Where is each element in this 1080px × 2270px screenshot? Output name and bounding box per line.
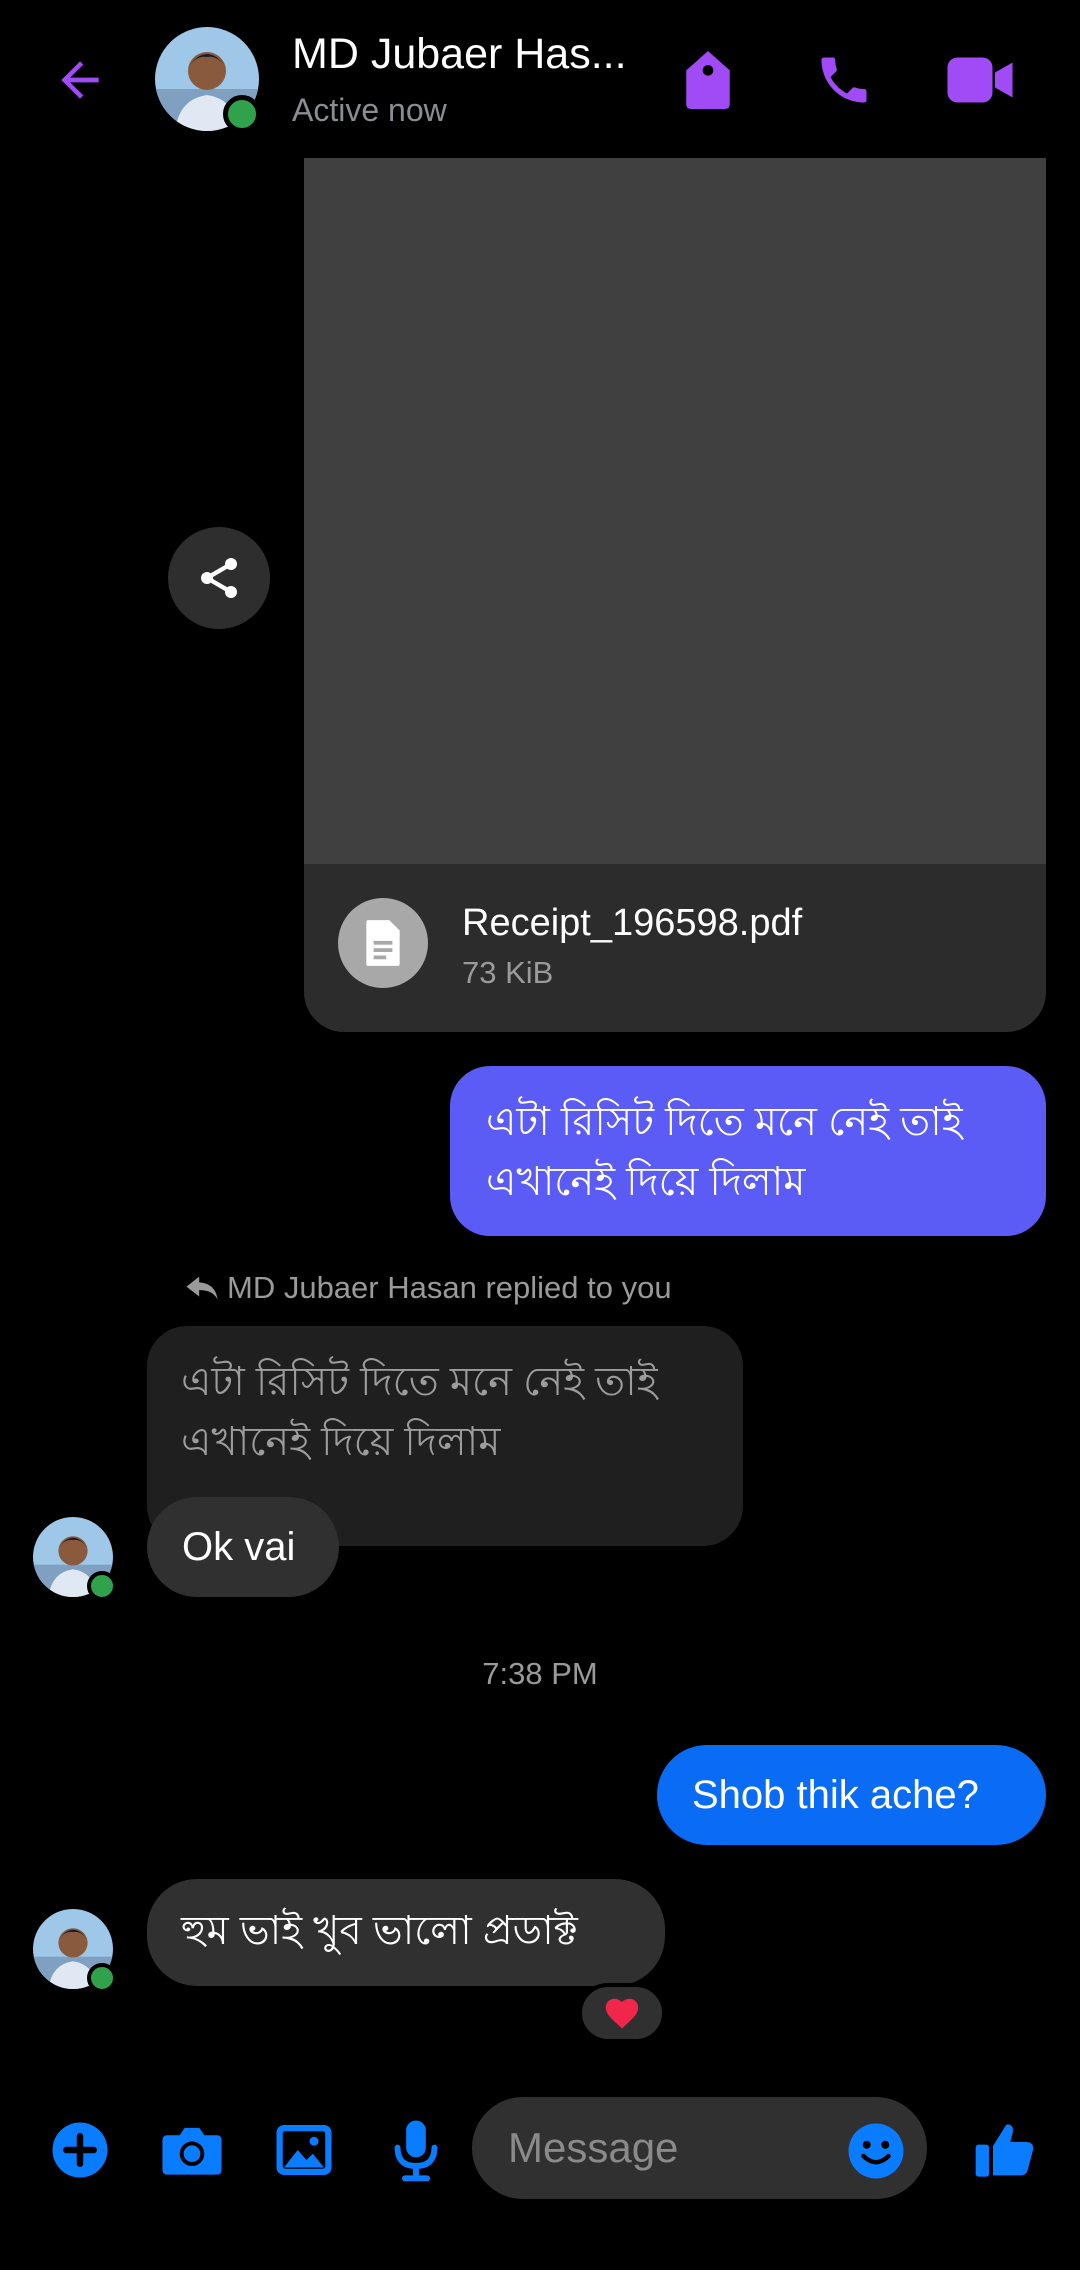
tag-button[interactable] (668, 40, 748, 120)
gallery-icon (276, 2125, 332, 2175)
file-name[interactable]: Receipt_196598.pdf (462, 902, 802, 945)
emoji-button[interactable] (843, 2118, 909, 2184)
file-size: 73 KiB (462, 955, 554, 990)
reply-indicator: MD Jubaer Hasan replied to you (185, 1270, 672, 1306)
share-icon (201, 558, 237, 598)
outgoing-message[interactable]: Shob thik ache? (657, 1745, 1046, 1845)
sender-avatar[interactable] (33, 1517, 117, 1601)
message-reaction[interactable] (578, 1983, 666, 2043)
phone-icon (821, 57, 867, 103)
reply-icon (186, 1276, 218, 1300)
outgoing-message[interactable]: এটা রিসিট দিতে মনে নেই তাই এখানেই দিয়ে … (450, 1066, 1046, 1236)
online-indicator (223, 95, 261, 133)
tag-icon (686, 51, 730, 109)
active-status: Active now (292, 92, 447, 128)
emoji-icon (848, 2123, 904, 2179)
thumbs-up-icon (975, 2124, 1034, 2177)
camera-icon (162, 2127, 222, 2175)
document-icon (338, 898, 428, 988)
message-timestamp: 7:38 PM (482, 1656, 598, 1691)
online-indicator (87, 1571, 117, 1601)
microphone-icon (394, 2120, 438, 2182)
message-placeholder: Message (508, 2124, 679, 2171)
gallery-button[interactable] (264, 2110, 344, 2190)
voice-call-button[interactable] (804, 40, 884, 120)
sender-avatar[interactable] (33, 1909, 117, 1993)
video-camera-icon (947, 57, 1013, 103)
like-button[interactable] (965, 2110, 1045, 2190)
back-button[interactable] (40, 40, 120, 120)
contact-name[interactable]: MD Jubaer Has... (292, 30, 627, 79)
voice-message-button[interactable] (376, 2110, 456, 2190)
camera-button[interactable] (152, 2110, 232, 2190)
heart-icon (605, 1998, 639, 2029)
plus-icon (52, 2122, 108, 2178)
file-preview[interactable] (304, 158, 1046, 864)
back-arrow-icon (61, 61, 99, 99)
reply-label-text: MD Jubaer Hasan replied to you (227, 1270, 672, 1305)
video-call-button[interactable] (940, 40, 1020, 120)
share-button[interactable] (168, 527, 270, 629)
incoming-message[interactable]: হুম ভাই খুব ভালো প্রডাক্ট (147, 1879, 665, 1986)
contact-avatar[interactable] (155, 27, 261, 133)
online-indicator (87, 1963, 117, 1993)
more-actions-button[interactable] (40, 2110, 120, 2190)
incoming-message[interactable]: Ok vai (147, 1497, 339, 1597)
